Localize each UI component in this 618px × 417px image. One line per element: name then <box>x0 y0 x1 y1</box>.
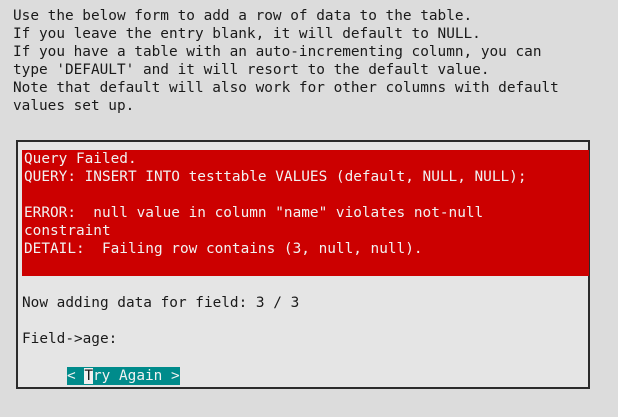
error-query: QUERY: INSERT INTO testtable VALUES (def… <box>24 169 527 185</box>
instruction-line: If you have a table with an auto-increme… <box>13 44 542 60</box>
instruction-line: type 'DEFAULT' and it will resort to the… <box>13 62 490 78</box>
button-hotkey: T <box>84 368 93 384</box>
error-detail-line: ERROR: null value in column "name" viola… <box>24 205 484 221</box>
button-prefix: < <box>67 368 85 384</box>
field-prompt-label: Field->age: <box>22 331 118 347</box>
button-label: ry Again > <box>93 368 180 384</box>
error-message-box: Query Failed. QUERY: INSERT INTO testtab… <box>22 150 589 276</box>
instruction-line: Use the below form to add a row of data … <box>13 8 473 24</box>
instruction-line: values set up. <box>13 98 135 114</box>
error-detail-line: constraint <box>24 223 111 239</box>
error-title: Query Failed. <box>24 151 137 167</box>
error-blank-line <box>24 186 589 204</box>
query-error-dialog: Query Failed. QUERY: INSERT INTO testtab… <box>16 140 590 389</box>
instructions-text: Use the below form to add a row of data … <box>13 7 613 115</box>
instruction-line: If you leave the entry blank, it will de… <box>13 26 481 42</box>
field-progress-text: Now adding data for field: 3 / 3 <box>22 295 300 311</box>
error-detail-line: DETAIL: Failing row contains (3, null, n… <box>24 241 423 257</box>
try-again-button[interactable]: < Try Again > <box>67 367 180 385</box>
instruction-line: Note that default will also work for oth… <box>13 80 559 96</box>
